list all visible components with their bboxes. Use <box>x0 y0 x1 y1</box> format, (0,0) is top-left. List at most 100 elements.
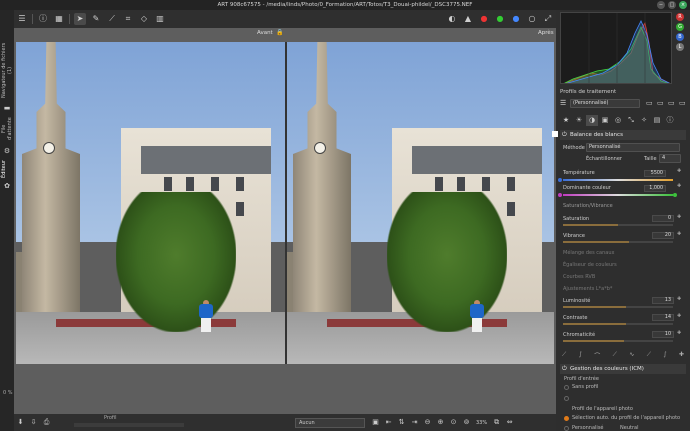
luminosity-value[interactable]: 13 <box>652 297 674 304</box>
temperature-reset-icon[interactable]: ✚ <box>677 168 681 174</box>
histogram[interactable] <box>560 12 672 84</box>
panels-icon[interactable]: ▦ <box>53 13 65 25</box>
curve-chroma-icon[interactable]: ⟋ <box>647 351 651 360</box>
maximize-button[interactable]: □ <box>668 1 676 9</box>
chroma-slider[interactable] <box>563 340 673 342</box>
paste-profile-icon[interactable]: ▭ <box>679 98 686 108</box>
curve-flat-icon[interactable]: ⌒ <box>594 351 600 360</box>
custom-profile-value[interactable]: Neutral <box>620 425 638 431</box>
temperature-slider[interactable] <box>563 179 673 181</box>
queue-add-icon[interactable]: ⇩ <box>28 417 39 428</box>
chroma-reset-icon[interactable]: ✚ <box>677 330 681 336</box>
vibrance-reset-icon[interactable]: ✚ <box>677 231 681 237</box>
icm-power-icon[interactable]: ⏻ <box>562 364 567 374</box>
previous-image-icon[interactable]: ⇤ <box>383 417 394 428</box>
before-after-icon[interactable]: ◐ <box>446 13 458 25</box>
rgb-curves-header[interactable]: Courbes RVB <box>563 274 595 280</box>
warning-icon[interactable]: ▲ <box>462 13 474 25</box>
gear-icon[interactable]: ⚙ <box>3 147 11 155</box>
hist-green-icon[interactable]: G <box>676 23 684 31</box>
luminance-channel-icon[interactable]: ○ <box>526 13 538 25</box>
channel-mixer-header[interactable]: Mélange des canaux <box>563 250 614 256</box>
contrast-value[interactable]: 14 <box>652 314 674 321</box>
red-channel-icon[interactable]: ● <box>478 13 490 25</box>
curve-standard-icon[interactable]: ∫ <box>579 351 582 360</box>
sync-icon[interactable]: ⇅ <box>396 417 407 428</box>
save-profile-icon[interactable]: ▭ <box>657 98 664 108</box>
auto-camera-radio[interactable] <box>564 416 569 421</box>
curve-param-icon[interactable]: ⟋ <box>613 351 617 360</box>
saturation-slider[interactable] <box>563 224 673 226</box>
color-equalizer-header[interactable]: Égaliseur de couleurs <box>563 262 617 268</box>
chroma-value[interactable]: 10 <box>652 331 674 338</box>
copy-profile-icon[interactable]: ▭ <box>668 98 675 108</box>
sat-vib-header[interactable]: Saturation/Vibrance <box>563 203 613 209</box>
tint-value[interactable]: 1,000 <box>644 185 666 192</box>
tab-raw-icon[interactable]: ▤ <box>651 115 663 126</box>
processing-profile-select[interactable]: (Personnalisé) <box>570 99 640 108</box>
luminosity-slider[interactable] <box>563 306 673 308</box>
aperture-icon[interactable]: ✿ <box>3 182 11 190</box>
icm-header[interactable]: ⏻ Gestion des couleurs (ICM) <box>560 364 686 374</box>
tab-queue[interactable]: File d'attente <box>1 114 13 144</box>
tab-local-icon[interactable]: ◎ <box>612 115 624 126</box>
hist-luminance-icon[interactable]: L <box>676 43 684 51</box>
green-channel-icon[interactable]: ● <box>494 13 506 25</box>
contrast-slider[interactable] <box>563 323 673 325</box>
background-icon[interactable]: ▣ <box>370 417 381 428</box>
zoom-in-icon[interactable]: ⊕ <box>435 417 446 428</box>
new-window-icon[interactable]: ⧉ <box>491 417 502 428</box>
camera-profile-radio[interactable] <box>564 396 569 401</box>
hide-panels-icon[interactable]: ⇔ <box>504 417 515 428</box>
tab-editor[interactable]: Éditeur <box>1 158 13 180</box>
zoom-100-icon[interactable]: ⊚ <box>461 417 472 428</box>
perspective-icon[interactable]: ◇ <box>138 13 150 25</box>
blue-channel-icon[interactable]: ● <box>510 13 522 25</box>
curve-lum-icon[interactable]: ∫ <box>663 351 666 360</box>
hist-blue-icon[interactable]: B <box>676 33 684 41</box>
custom-profile-radio[interactable] <box>564 426 569 431</box>
tint-reset-icon[interactable]: ✚ <box>677 183 681 189</box>
save-icon[interactable]: ⬇ <box>15 417 26 428</box>
zoom-mode-select[interactable]: Aucun <box>295 417 365 428</box>
power-icon[interactable]: ⏻ <box>562 130 567 140</box>
no-profile-radio[interactable] <box>564 385 569 390</box>
straighten-icon[interactable]: ⟋ <box>106 13 118 25</box>
temperature-value[interactable]: 5500 <box>644 170 666 177</box>
crop-icon[interactable]: ⌗ <box>122 13 134 25</box>
tab-metadata-icon[interactable]: ⓘ <box>664 115 676 126</box>
vibrance-value[interactable]: 20 <box>652 232 674 239</box>
zoom-out-icon[interactable]: ⊖ <box>422 417 433 428</box>
next-image-icon[interactable]: ⇥ <box>409 417 420 428</box>
lab-adjustments-header[interactable]: Ajustements L*a*b* <box>563 286 612 292</box>
white-balance-header[interactable]: ⏻ Balance des blancs <box>560 130 686 140</box>
hist-red-icon[interactable]: R <box>676 13 684 21</box>
send-editor-icon[interactable]: ⎙ <box>41 417 52 428</box>
curve-hue-icon[interactable]: ∿ <box>629 351 634 360</box>
vibrance-slider[interactable] <box>563 241 673 243</box>
tab-exposure-icon[interactable]: ☀ <box>573 115 585 126</box>
minimize-button[interactable]: − <box>657 1 665 9</box>
tab-favorites-icon[interactable]: ★ <box>560 115 572 126</box>
tab-color-icon[interactable]: ◑ <box>586 115 598 126</box>
folder-icon[interactable]: ▬ <box>3 104 11 112</box>
eyedropper-icon[interactable]: ✎ <box>90 13 102 25</box>
wb-sample-button[interactable]: Échantillonner <box>586 156 622 162</box>
luminosity-reset-icon[interactable]: ✚ <box>677 296 681 302</box>
fullscreen-icon[interactable]: ⤢ <box>542 13 554 25</box>
saturation-reset-icon[interactable]: ✚ <box>677 214 681 220</box>
cursor-icon[interactable]: ➤ <box>74 13 86 25</box>
curve-linear-icon[interactable]: ⟋ <box>562 351 566 360</box>
lock-icon[interactable]: 🔒 <box>276 29 283 36</box>
wb-method-select[interactable]: Personnalisé <box>586 143 680 152</box>
contrast-reset-icon[interactable]: ✚ <box>677 313 681 319</box>
tab-detail-icon[interactable]: ▣ <box>599 115 611 126</box>
zoom-fit-icon[interactable]: ⊙ <box>448 417 459 428</box>
info-icon[interactable]: ⓘ <box>37 13 49 25</box>
tab-transform-icon[interactable]: ⤡ <box>625 115 637 126</box>
wb-size-select[interactable]: 4 <box>659 154 681 163</box>
close-button[interactable]: × <box>679 1 687 9</box>
tint-slider[interactable] <box>563 194 673 196</box>
tab-file-browser[interactable]: Navigateur de fichiers (1) <box>1 40 13 100</box>
tab-effects-icon[interactable]: ✧ <box>638 115 650 126</box>
